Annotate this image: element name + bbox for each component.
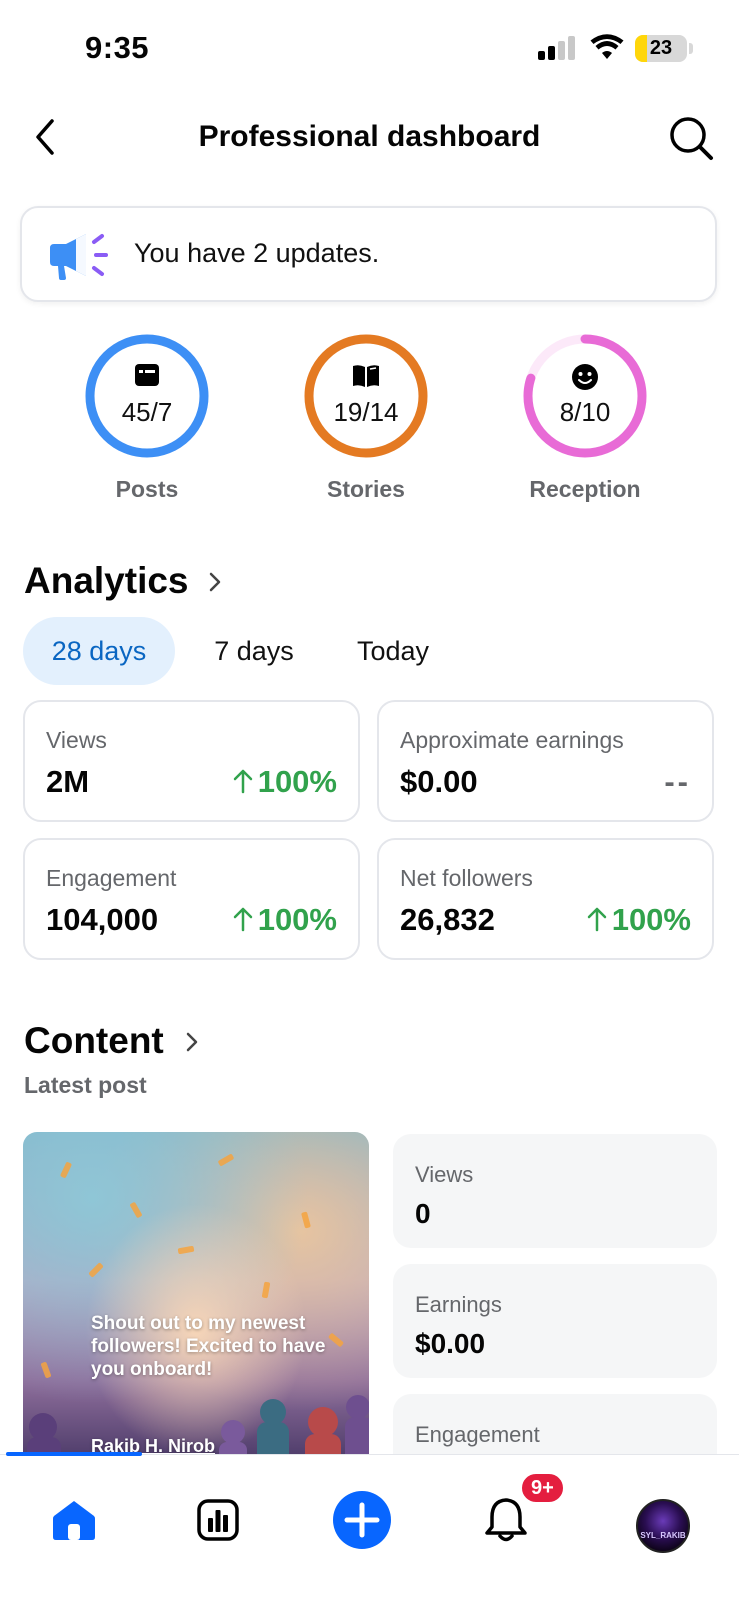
stat-label: Earnings xyxy=(415,1292,502,1317)
home-icon xyxy=(53,1501,95,1540)
chevron-right-icon[interactable] xyxy=(207,570,223,594)
metric-label: Views xyxy=(46,727,107,753)
nav-insights[interactable] xyxy=(178,1485,258,1555)
stories-progress-ring xyxy=(304,334,428,458)
nav-home[interactable] xyxy=(34,1485,114,1555)
battery-tip xyxy=(689,43,693,54)
metric-change: 100% xyxy=(232,902,337,938)
ring-stories[interactable]: 19/14 Stories xyxy=(286,333,446,508)
posts-value: 45/7 xyxy=(121,397,173,427)
battery-indicator: 23 xyxy=(635,35,687,62)
bottom-navigation-bar: 9+ SYL_RAKIB xyxy=(0,1452,739,1600)
metric-change-value: 100% xyxy=(611,902,691,937)
updates-text: You have 2 updates. xyxy=(134,238,380,268)
page-title: Professional dashboard xyxy=(198,120,541,153)
metric-value: 104,000 xyxy=(46,902,159,937)
post-icon xyxy=(67,363,227,389)
metric-value: 26,832 xyxy=(400,902,495,937)
tab-28-days[interactable]: 28 days xyxy=(23,617,175,685)
tab-7-days[interactable]: 7 days xyxy=(189,617,319,685)
search-icon[interactable] xyxy=(668,115,714,161)
arrow-up-icon xyxy=(233,907,252,932)
insights-icon xyxy=(197,1499,239,1541)
stories-label: Stories xyxy=(327,476,405,502)
ring-reception[interactable]: 8/10 Reception xyxy=(505,333,665,508)
stat-label: Engagement xyxy=(415,1422,540,1447)
smiley-icon xyxy=(505,363,665,390)
content-heading[interactable]: Content xyxy=(24,1020,164,1062)
status-bar: 9:35 23 xyxy=(0,0,739,100)
metric-change: -- xyxy=(664,764,691,799)
arrow-up-icon xyxy=(587,907,606,932)
stories-value: 19/14 xyxy=(333,397,399,427)
notifications-icon xyxy=(485,1498,527,1542)
metric-views[interactable]: Views 2M 100% xyxy=(23,700,360,822)
post-stat-views: Views 0 xyxy=(393,1134,717,1248)
metric-label: Approximate earnings xyxy=(400,727,624,753)
reception-label: Reception xyxy=(529,476,641,502)
posts-label: Posts xyxy=(115,476,179,502)
cellular-signal-icon xyxy=(538,36,578,60)
avatar-text: SYL_RAKIB xyxy=(640,1531,686,1540)
active-tab-indicator xyxy=(6,1452,142,1456)
profile-avatar[interactable]: SYL_RAKIB xyxy=(636,1499,690,1553)
megaphone-icon xyxy=(50,234,108,280)
top-app-bar: Professional dashboard xyxy=(0,100,739,180)
stat-value: $0.00 xyxy=(415,1328,486,1359)
metric-change: 100% xyxy=(586,902,691,938)
professional-dashboard-screen: 9:35 23 Professional dashboard You have … xyxy=(0,0,739,1600)
latest-post-subheading: Latest post xyxy=(24,1072,147,1098)
updates-banner[interactable]: You have 2 updates. xyxy=(20,206,717,302)
reception-progress-ring xyxy=(523,334,647,458)
metric-change-value: 100% xyxy=(257,764,337,799)
reception-value: 8/10 xyxy=(559,397,611,427)
posts-progress-ring xyxy=(85,334,209,458)
chevron-right-icon[interactable] xyxy=(184,1030,200,1054)
metric-net-followers[interactable]: Net followers 26,832 100% xyxy=(377,838,714,960)
ring-posts[interactable]: 45/7 Posts xyxy=(67,333,227,508)
metric-change: 100% xyxy=(232,764,337,800)
metric-engagement[interactable]: Engagement 104,000 100% xyxy=(23,838,360,960)
arrow-up-icon xyxy=(233,769,252,794)
metric-value: $0.00 xyxy=(400,764,478,799)
stat-value: 0 xyxy=(415,1198,431,1229)
metric-change-value: 100% xyxy=(257,902,337,937)
metric-value: 2M xyxy=(46,764,90,799)
analytics-heading[interactable]: Analytics xyxy=(24,560,189,602)
post-caption: Shout out to my newest followers! Excite… xyxy=(91,1313,326,1380)
post-stat-earnings: Earnings $0.00 xyxy=(393,1264,717,1378)
tab-today[interactable]: Today xyxy=(333,617,453,685)
metric-label: Engagement xyxy=(46,865,177,891)
book-icon xyxy=(286,363,446,389)
battery-percent: 23 xyxy=(649,37,673,59)
stat-label: Views xyxy=(415,1162,474,1187)
metric-label: Net followers xyxy=(400,865,533,891)
create-icon xyxy=(333,1491,391,1549)
metric-approximate-earnings[interactable]: Approximate earnings $0.00 -- xyxy=(377,700,714,822)
notification-badge: 9+ xyxy=(520,1472,565,1504)
wifi-icon xyxy=(590,34,624,59)
status-time: 9:35 xyxy=(85,30,150,65)
latest-post-thumbnail[interactable]: Shout out to my newest followers! Excite… xyxy=(23,1132,369,1462)
nav-create[interactable] xyxy=(322,1485,402,1555)
